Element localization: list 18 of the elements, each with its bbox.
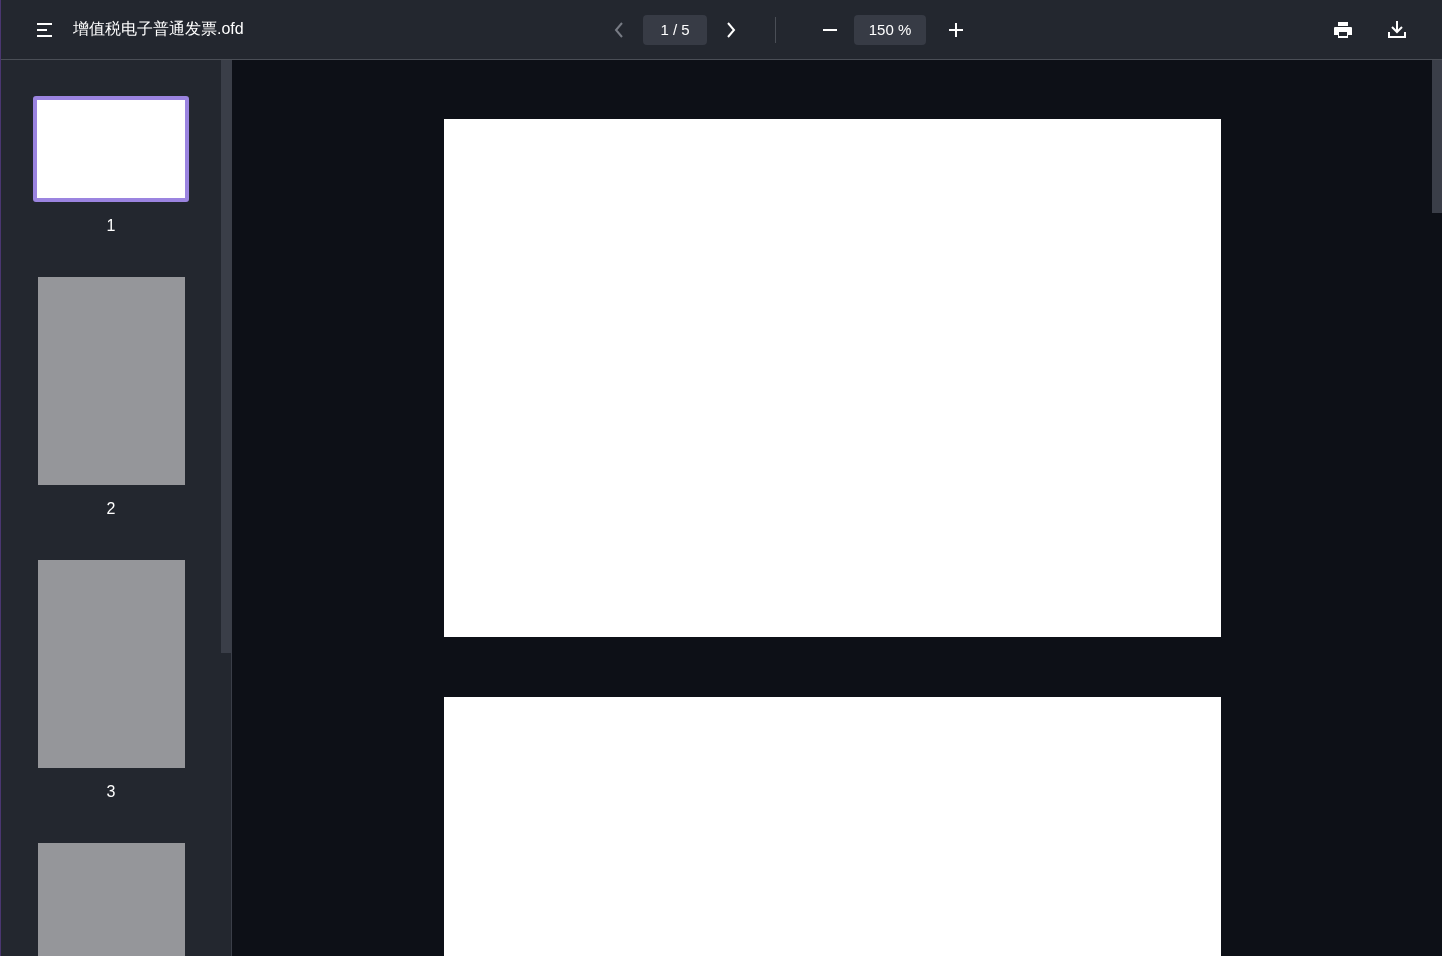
minus-icon [822, 28, 838, 31]
page-number: 2 [106, 499, 116, 519]
scrollbar-thumb[interactable] [221, 60, 231, 653]
menu-icon[interactable] [36, 22, 54, 37]
chevron-left-icon [614, 21, 624, 38]
scrollbar-thumb[interactable] [1432, 60, 1442, 213]
page-thumbnail[interactable] [33, 96, 189, 202]
download-icon[interactable] [1388, 21, 1406, 38]
file-name: 增值税电子普通发票.ofd [73, 19, 244, 39]
plus-icon [948, 21, 964, 38]
page-number: 1 [106, 216, 116, 236]
page-indicator[interactable]: 1 / 5 [643, 14, 707, 45]
page-number: 3 [106, 782, 116, 802]
zoom-level[interactable]: 150 % [854, 14, 926, 45]
page-thumbnail[interactable] [37, 277, 185, 485]
page-thumbnail[interactable] [37, 560, 185, 768]
chevron-right-icon [726, 21, 736, 38]
print-icon[interactable] [1334, 21, 1352, 38]
